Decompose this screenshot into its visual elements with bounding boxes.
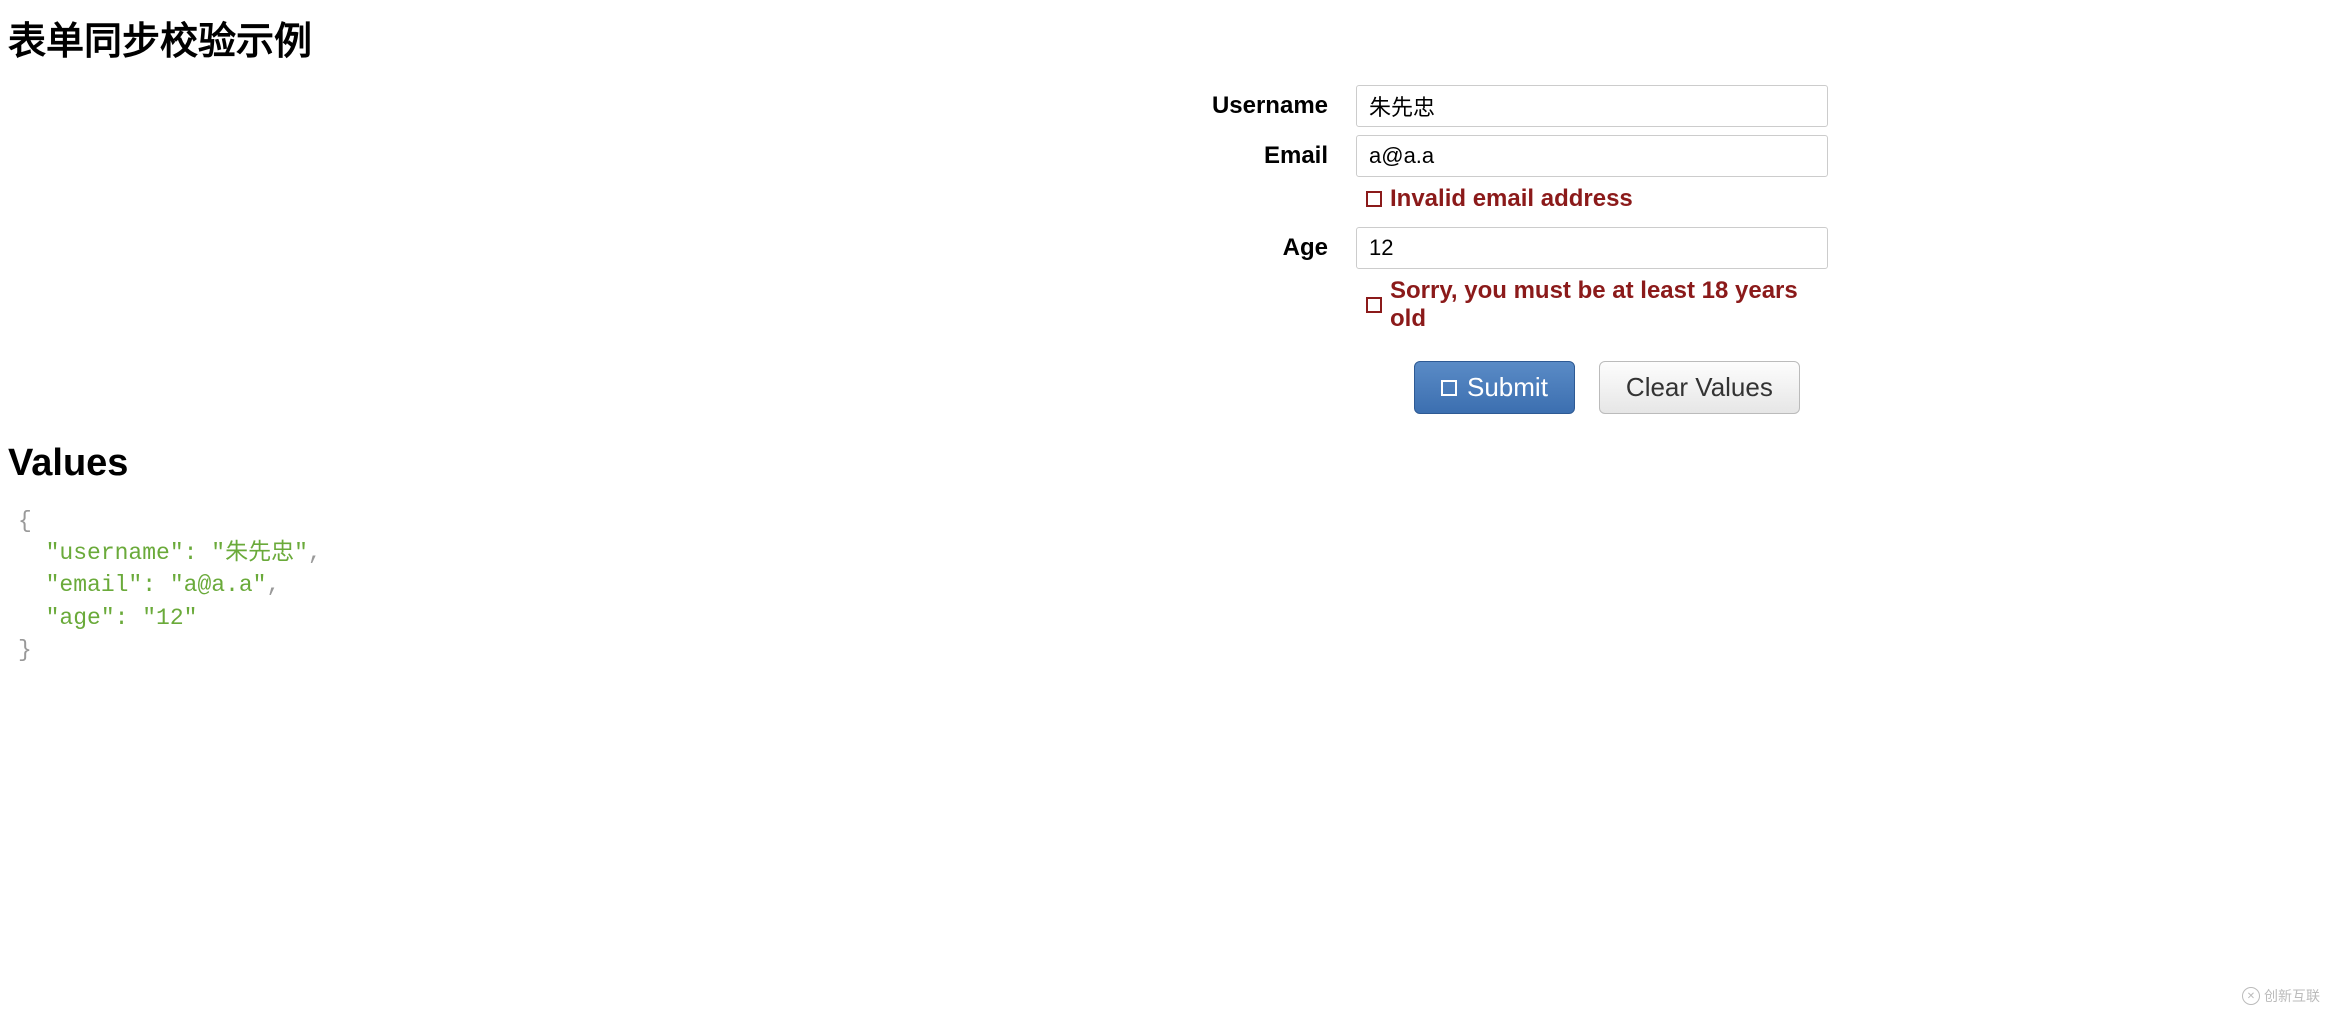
submit-button-label: Submit: [1467, 372, 1548, 403]
watermark-text: 创新互联: [2264, 986, 2320, 1006]
button-row: Submit Clear Values: [496, 361, 1828, 414]
age-row: Age: [496, 227, 1828, 269]
username-row: Username: [496, 85, 1828, 127]
email-row: Email: [496, 135, 1828, 177]
username-input[interactable]: [1356, 85, 1828, 127]
watermark-icon: ✕: [2242, 987, 2260, 1005]
json-age: "12": [142, 605, 197, 631]
email-error-text: Invalid email address: [1390, 185, 1633, 213]
values-heading: Values: [8, 442, 2332, 485]
json-email: "a@a.a": [170, 572, 267, 598]
age-error-text: Sorry, you must be at least 18 years old: [1390, 277, 1828, 333]
page-title: 表单同步校验示例: [8, 10, 2332, 65]
json-username: "朱先忠": [211, 540, 308, 566]
email-label: Email: [496, 142, 1356, 170]
username-label: Username: [496, 92, 1356, 120]
watermark: ✕ 创新互联: [2242, 986, 2320, 1006]
age-error-row: Sorry, you must be at least 18 years old: [496, 277, 1828, 333]
values-json: { "username": "朱先忠", "email": "a@a.a", "…: [18, 505, 2332, 666]
clear-button[interactable]: Clear Values: [1599, 361, 1800, 414]
submit-icon: [1441, 380, 1457, 396]
age-input[interactable]: [1356, 227, 1828, 269]
error-icon: [1366, 297, 1382, 313]
validation-form: Username Email Invalid email address Age…: [496, 85, 1836, 414]
email-input[interactable]: [1356, 135, 1828, 177]
age-label: Age: [496, 234, 1356, 262]
email-error-row: Invalid email address: [496, 185, 1828, 213]
error-icon: [1366, 191, 1382, 207]
submit-button[interactable]: Submit: [1414, 361, 1575, 414]
email-error: Invalid email address: [1356, 185, 1828, 213]
age-error: Sorry, you must be at least 18 years old: [1356, 277, 1828, 333]
